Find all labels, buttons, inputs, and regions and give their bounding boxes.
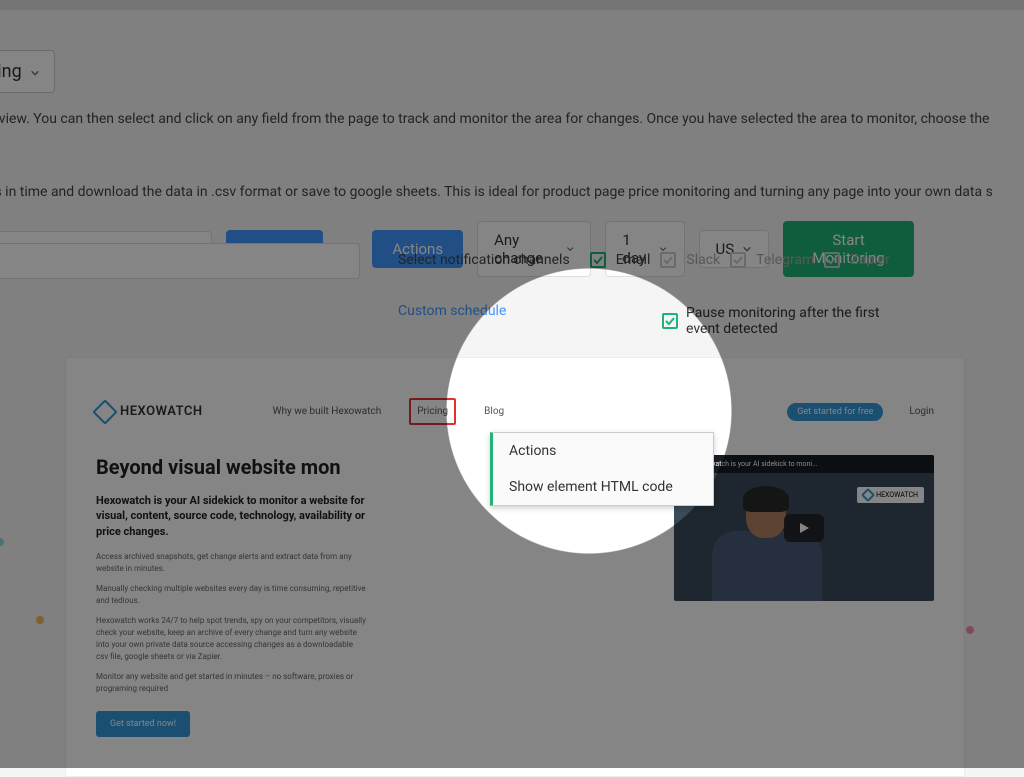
context-menu: Actions Show element HTML code <box>490 432 714 506</box>
spotlight-overlay <box>0 0 1024 768</box>
context-menu-actions[interactable]: Actions <box>493 433 713 469</box>
context-menu-show-html[interactable]: Show element HTML code <box>493 469 713 505</box>
